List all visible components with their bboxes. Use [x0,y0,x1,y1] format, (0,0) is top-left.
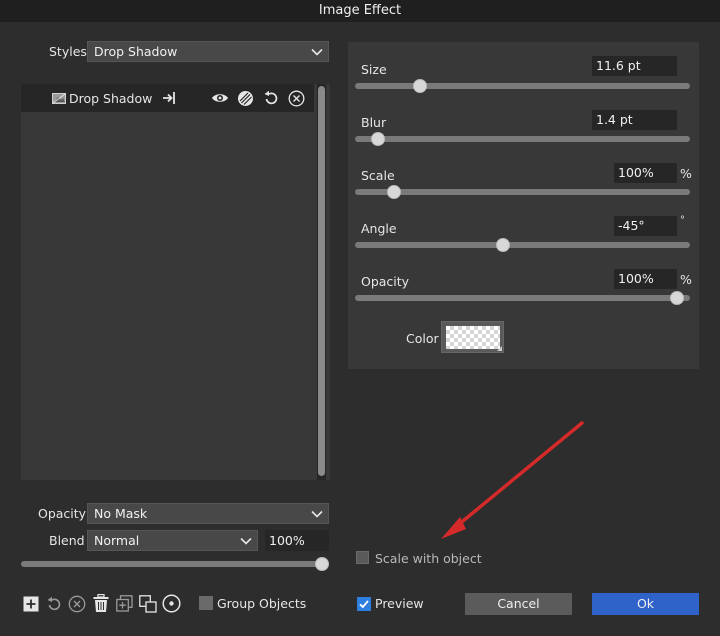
angle-slider-track[interactable] [355,242,690,248]
angle-value-field[interactable]: -45° [614,216,677,236]
apply-effect-icon[interactable] [161,90,177,106]
effect-layer-list[interactable]: Drop Shadow [21,84,330,480]
target-icon[interactable] [162,594,181,613]
blend-opacity-field[interactable]: 100% [265,530,329,551]
group-objects-label: Group Objects [217,596,307,611]
duplicate-icon[interactable] [116,595,133,612]
mask-opacity-label: Opacity [38,506,87,521]
opacity-mask-value: No Mask [94,506,148,521]
size-value-field[interactable]: 11.6 pt [592,56,677,76]
styles-label: Styles [49,44,87,59]
checkmark-icon [359,600,369,609]
scale-slider-track[interactable] [355,189,690,195]
blend-opacity-slider-track[interactable] [21,561,329,567]
blur-label: Blur [361,115,387,130]
chevron-down-icon [311,510,323,518]
chevron-down-icon [311,48,323,56]
trash-icon[interactable] [93,594,109,613]
remove-effect-icon[interactable] [68,595,86,613]
reset-icon[interactable] [263,90,279,106]
size-slider-thumb[interactable] [412,79,427,93]
angle-label: Angle [361,221,397,236]
chevron-down-icon [240,537,252,545]
cancel-button[interactable]: Cancel [465,593,572,615]
undo-reset-icon[interactable] [46,595,62,612]
blur-slider-track[interactable] [355,136,690,142]
eye-icon[interactable] [211,91,229,105]
scale-with-object-checkbox[interactable] [356,551,369,564]
scale-unit: % [680,166,692,181]
opacity-value-field[interactable]: 100% [614,269,677,289]
color-swatch-corner [497,346,502,351]
color-swatch[interactable] [441,321,504,353]
opacity-mask-dropdown[interactable]: No Mask [87,503,329,524]
blend-mode-value: Normal [94,533,140,548]
preview-label: Preview [375,596,424,611]
group-objects-checkbox[interactable] [199,596,213,610]
image-effect-icon [52,93,66,104]
scrollbar-thumb[interactable] [318,86,325,476]
size-slider-track[interactable] [355,83,690,89]
opacity-slider-thumb[interactable] [669,291,684,305]
opacity-label: Opacity [361,274,410,289]
scale-slider-thumb[interactable] [387,185,402,199]
angle-unit: ° [680,215,685,226]
size-label: Size [361,62,387,77]
scale-value-field[interactable]: 100% [614,163,677,183]
window-title: Image Effect [0,0,720,22]
styles-dropdown[interactable]: Drop Shadow [87,41,329,62]
opacity-unit: % [680,272,692,287]
scale-label: Scale [361,168,395,183]
layer-row-drop-shadow[interactable]: Drop Shadow [21,84,314,112]
layer-name: Drop Shadow [69,91,153,106]
styles-dropdown-value: Drop Shadow [94,44,178,59]
effect-properties-panel [348,42,699,369]
scale-with-object-label: Scale with object [375,551,482,566]
color-swatch-transparent [446,326,500,349]
blend-mode-dropdown[interactable]: Normal [87,530,258,551]
blend-label: Blend [49,533,85,548]
preview-checkbox[interactable] [357,597,371,611]
blend-opacity-slider-thumb[interactable] [315,557,329,571]
blur-value-field[interactable]: 1.4 pt [592,110,677,130]
color-label: Color [406,331,439,346]
arrange-icon[interactable] [139,595,157,613]
blur-slider-thumb[interactable] [371,132,386,146]
close-circle-icon[interactable] [288,90,305,107]
red-arrow-annotation [441,421,584,539]
blend-mode-icon[interactable] [237,90,254,107]
layer-list-scrollbar[interactable] [317,84,326,480]
ok-button[interactable]: Ok [592,593,699,615]
add-effect-icon[interactable] [23,596,39,612]
opacity-slider-track[interactable] [355,295,690,301]
